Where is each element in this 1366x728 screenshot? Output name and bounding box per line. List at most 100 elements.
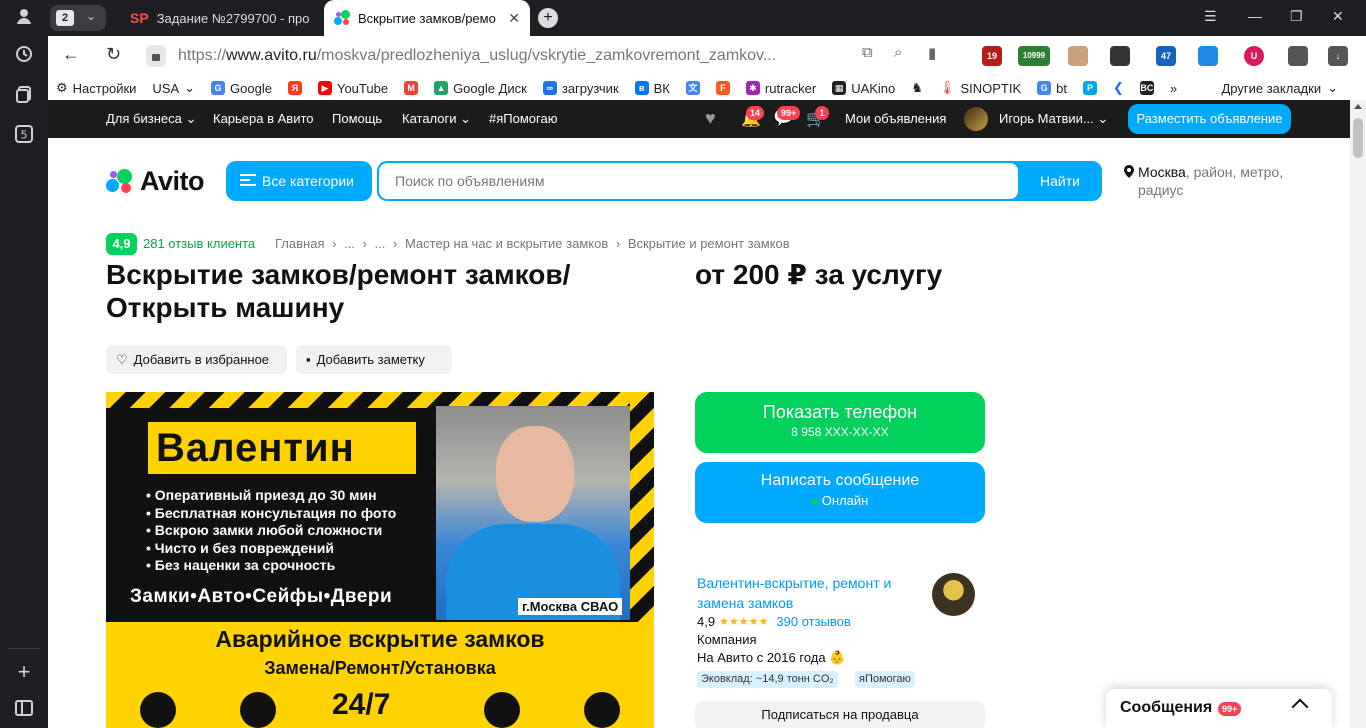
bookmark-sinoptik[interactable]: 🌡 SINOPTIK — [931, 76, 1029, 100]
collections-icon[interactable] — [12, 84, 36, 108]
breadcrumb-item[interactable]: ... — [375, 236, 386, 251]
restore-icon[interactable]: ❐ — [1290, 8, 1303, 25]
post-ad-button[interactable]: Разместить объявление — [1128, 104, 1291, 134]
back-icon[interactable]: ← — [62, 44, 80, 65]
extension-shield-icon[interactable]: 19 — [982, 46, 1002, 66]
reload-icon[interactable]: ↻ — [106, 44, 121, 65]
extension-calendar-icon[interactable]: 47 — [1156, 46, 1176, 66]
rutracker-icon: ✱ — [745, 81, 760, 95]
bookmark-f[interactable]: F — [708, 76, 738, 100]
bookmark-drive[interactable]: ▲ Google Диск — [426, 76, 535, 100]
add-to-favorites-button[interactable]: ♡ Добавить в избранное — [106, 345, 287, 374]
price: от 200 ₽ за услугу — [695, 259, 943, 290]
bookmark-yandex[interactable]: Я — [280, 76, 310, 100]
bookmark-icon[interactable]: ▮ — [928, 44, 936, 62]
scroll-up-icon[interactable] — [1354, 104, 1362, 109]
tab-group-button[interactable]: 2 ⌄ — [50, 5, 106, 31]
bookmark-vk[interactable]: в ВК — [627, 76, 678, 100]
scrollbar-thumb[interactable] — [1353, 118, 1363, 158]
bookmark-chess[interactable]: ♞ — [903, 76, 931, 100]
minimize-icon[interactable]: — — [1248, 8, 1262, 24]
nav-ya-pomogayu[interactable]: #яПомогаю — [489, 111, 557, 126]
menu-icon[interactable]: ☰ — [1204, 8, 1217, 25]
seller-avatar[interactable] — [932, 573, 975, 616]
my-ads-link[interactable]: Мои объявления — [845, 111, 946, 126]
url-field[interactable]: https://www.avito.ru/moskva/predlozheniy… — [178, 47, 776, 65]
alice-search-icon[interactable]: ⌕ — [894, 44, 902, 61]
breadcrumb-item[interactable]: Вскрытие и ремонт замков — [628, 236, 790, 251]
other-bookmarks[interactable]: Другие закладки ⌄ — [1221, 76, 1338, 100]
chevron-up-icon[interactable] — [1291, 698, 1309, 716]
bookmark-bt[interactable]: Gbt — [1029, 76, 1075, 100]
add-note-button[interactable]: ▪ Добавить заметку — [296, 345, 452, 374]
bookmark-arrow[interactable]: ❮ — [1105, 76, 1132, 100]
search-input[interactable] — [379, 163, 1018, 199]
svg-text:5: 5 — [21, 129, 28, 142]
nav-catalogs[interactable]: Каталоги ⌄ — [402, 111, 471, 127]
bookmark-translate[interactable]: 文 — [678, 76, 708, 100]
extension-counter-icon[interactable]: 10999 — [1018, 46, 1050, 66]
photo-yellow-band: Аварийное вскрытие замков Замена/Ремонт/… — [106, 622, 654, 728]
listing-photo[interactable]: Валентин • Оперативный приезд до 30 мин … — [106, 392, 654, 728]
photo-name: Валентин — [148, 422, 416, 474]
show-phone-button[interactable]: Показать телефон 8 958 XXX-XX-XX — [695, 392, 985, 453]
favorites-heart-icon[interactable]: ♥ — [705, 108, 716, 129]
bookmark-usa[interactable]: USA ⌄ — [144, 76, 203, 100]
avito-top-nav: Для бизнеса ⌄ Карьера в Авито Помощь Кат… — [48, 100, 1350, 138]
sidebar-toggle-icon[interactable] — [12, 698, 36, 722]
seller-name-link[interactable]: Валентин-вскрытие, ремонт и замена замко… — [697, 573, 907, 613]
avito-logo[interactable]: Avito — [106, 166, 205, 197]
breadcrumb-home[interactable]: Главная — [275, 236, 324, 251]
history-icon[interactable] — [12, 44, 36, 68]
bookmark-youtube[interactable]: ▶ YouTube — [310, 76, 396, 100]
tabs-mode-icon[interactable]: ⧉ — [862, 44, 873, 61]
seller-reviews-link[interactable]: 390 отзывов — [776, 614, 850, 629]
bookmark-rutracker[interactable]: ✱ rutracker — [738, 76, 824, 100]
client-reviews-link[interactable]: 281 отзыв клиента — [143, 236, 255, 251]
page-scrollbar[interactable] — [1350, 100, 1366, 728]
breadcrumb-item[interactable]: Мастер на час и вскрытие замков — [405, 236, 608, 251]
bookmark-loader[interactable]: ∞ загрузчик — [535, 76, 627, 100]
extension-arrow-icon[interactable] — [1110, 46, 1130, 66]
breadcrumb-item[interactable]: ... — [344, 236, 355, 251]
avatar[interactable] — [964, 107, 988, 131]
eco-tag[interactable]: Эковклад: ~14,9 тонн CO₂ — [697, 671, 838, 688]
add-panel-icon[interactable]: + — [12, 660, 36, 684]
bookmark-p[interactable]: P — [1075, 76, 1105, 100]
new-tab-button[interactable]: + — [538, 8, 558, 28]
bookmarks-more[interactable]: » — [1162, 76, 1185, 100]
location-selector[interactable]: Москва, район, метро, радиус — [1124, 163, 1304, 199]
all-categories-button[interactable]: Все категории — [226, 161, 372, 201]
nav-career[interactable]: Карьера в Авито — [213, 111, 314, 126]
messenger-panel[interactable]: Сообщения 99+ — [1106, 689, 1332, 728]
bookmark-uakino[interactable]: ▦ UAKino — [824, 76, 903, 100]
ya-pomogayu-tag[interactable]: яПомогаю — [855, 671, 915, 688]
padlock-icon — [484, 692, 520, 728]
nav-business[interactable]: Для бизнеса ⌄ — [106, 111, 196, 127]
extension-u-icon[interactable]: U — [1244, 46, 1264, 66]
close-window-icon[interactable]: ✕ — [1332, 8, 1344, 25]
user-menu[interactable]: Игорь Матвии... ⌄ — [999, 111, 1108, 127]
bookmark-bc[interactable]: BC — [1132, 76, 1162, 100]
lock-icon[interactable] — [146, 45, 166, 67]
close-tab-icon[interactable]: ✕ — [508, 10, 520, 27]
messenger-badge: 99+ — [1218, 702, 1242, 716]
p-icon: P — [1082, 81, 1097, 95]
seller-type: Компания — [697, 632, 757, 647]
yandex-icon: Я — [287, 81, 302, 95]
nav-help[interactable]: Помощь — [332, 111, 382, 126]
extension-face-icon[interactable] — [1068, 46, 1088, 66]
tab-task[interactable]: SP Задание №2799700 - про — [120, 0, 320, 36]
five-icon[interactable]: 5 — [12, 124, 36, 148]
profile-icon[interactable] — [12, 6, 36, 30]
extensions-puzzle-icon[interactable] — [1288, 46, 1308, 66]
write-message-button[interactable]: Написать сообщение Онлайн — [695, 462, 985, 523]
search-button[interactable]: Найти — [1018, 163, 1100, 199]
bookmark-settings[interactable]: ⚙ Настройки — [48, 76, 144, 100]
bookmark-gmail[interactable]: M — [396, 76, 426, 100]
bookmark-google[interactable]: G Google — [203, 76, 280, 100]
extension-diamond-icon[interactable] — [1198, 46, 1218, 66]
subscribe-seller-button[interactable]: Подписаться на продавца — [695, 701, 985, 728]
download-icon[interactable]: ↓ — [1328, 46, 1348, 66]
tab-avito[interactable]: Вскрытие замков/ремо ✕ — [324, 0, 530, 36]
